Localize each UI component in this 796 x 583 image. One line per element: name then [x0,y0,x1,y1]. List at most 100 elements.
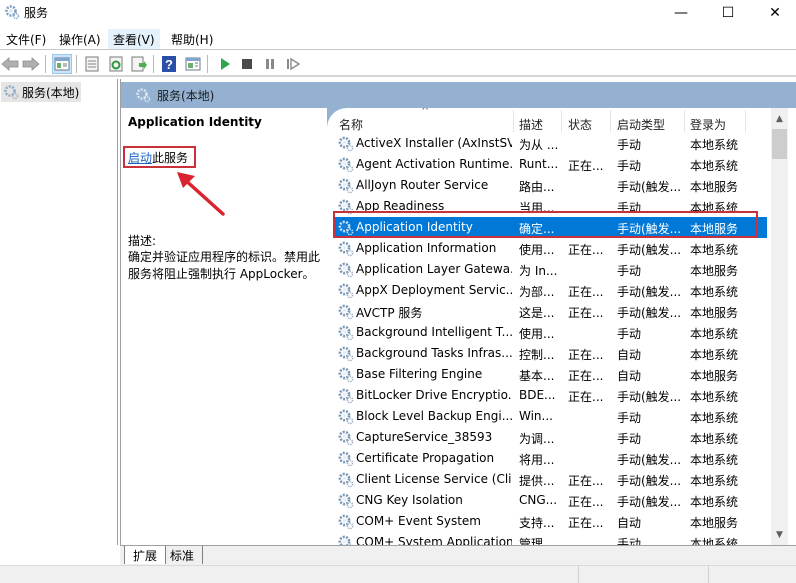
properties-button[interactable] [83,55,101,73]
menu-action[interactable]: 操作(A) [54,29,106,49]
table-row[interactable]: COM+ Event System 支持... 正在... 自动 本地服务 [333,511,767,532]
service-gear-icon [338,493,354,509]
cell-description: 管理... [519,537,555,545]
stop-service-icon [242,59,252,69]
cell-status: 正在... [568,369,604,383]
menu-view[interactable]: 查看(V) [108,29,160,49]
properties-icon [85,56,99,72]
column-divider[interactable] [745,110,746,132]
menu-file[interactable]: 文件(F) [1,29,51,49]
back-button[interactable] [1,55,19,73]
service-gear-icon [338,409,354,425]
export-list-button[interactable] [130,55,148,73]
service-gear-icon [338,157,354,173]
show-hide-action-pane-button[interactable] [184,55,202,73]
column-header-name[interactable]: 名称 [339,116,363,134]
table-row[interactable]: Certificate Propagation 将用... 手动(触发... 本地系统 [333,448,767,469]
table-row[interactable]: AppX Deployment Servic... 为部... 正在... 手动(触发… [333,280,767,301]
table-row[interactable]: Background Tasks Infras... 控制... 正在... 自动 本地… [333,343,767,364]
minimize-button[interactable]: — [658,0,704,25]
cell-logon-as: 本地服务 [690,306,739,320]
tree-item-services-local[interactable]: 服务(本地) [1,82,81,102]
help-icon: ? [162,56,176,72]
tab-extended[interactable]: 扩展 [124,546,167,564]
restart-service-button[interactable] [284,55,302,73]
service-gear-icon [338,178,354,194]
table-row[interactable]: Base Filtering Engine 基本... 正在... 自动 本地服务 [333,364,767,385]
scroll-up-icon[interactable]: ▲ [771,110,788,127]
cell-name: COM+ Event System [356,514,481,528]
start-service-button[interactable] [216,55,234,73]
table-row[interactable]: Application Identity 确定... 手动(触发... 本地服务 [333,217,767,238]
vertical-scrollbar[interactable]: ▲ ▼ [771,108,788,545]
show-hide-action-pane-icon [185,57,201,71]
service-gear-icon [338,430,354,446]
table-row[interactable]: ActiveX Installer (AxInstSV) 为从 ... 手动 本地系统 [333,133,767,154]
cell-startup-type: 自动 [617,369,642,383]
cell-description: BDE... [519,388,556,402]
cell-logon-as: 本地系统 [690,453,739,467]
maximize-button[interactable]: ☐ [705,0,751,25]
cell-name: Certificate Propagation [356,451,495,465]
table-row[interactable]: Client License Service (Cli... 提供... 正在...… [333,469,767,490]
column-divider[interactable] [561,110,562,132]
cell-name: COM+ System Application [356,535,512,545]
show-hide-console-tree-button[interactable] [52,54,72,74]
show-hide-console-tree-icon [54,57,70,71]
column-divider[interactable] [684,110,685,132]
table-row[interactable]: COM+ System Application 管理... 手动 本地系统 [333,532,767,545]
column-header-status[interactable]: 状态 [568,116,592,134]
column-header-startup-type[interactable]: 启动类型 [617,116,665,134]
close-button[interactable]: ✕ [752,0,796,25]
column-divider[interactable] [513,110,514,132]
forward-button[interactable] [22,55,40,73]
cell-name: Block Level Backup Engi... [356,409,512,423]
column-divider[interactable] [610,110,611,132]
table-row[interactable]: BitLocker Drive Encryptio... BDE... 正在... 手… [333,385,767,406]
cell-logon-as: 本地服务 [690,222,739,236]
cell-name: AVCTP 服务 [356,306,423,320]
cell-status: 正在... [568,474,604,488]
stop-service-button[interactable] [238,55,256,73]
column-header-description[interactable]: 描述 [519,116,543,134]
table-row[interactable]: Background Intelligent T... 使用... 手动 本地系统 [333,322,767,343]
scroll-thumb[interactable] [772,129,787,159]
cell-name: Client License Service (Cli... [356,472,512,486]
table-row[interactable]: Agent Activation Runtime... Runt... 正在... 手… [333,154,767,175]
selected-service-title: Application Identity [128,115,262,129]
cell-status: 正在... [568,159,604,173]
menu-help[interactable]: 帮助(H) [166,29,218,49]
services-table: ^ 名称 描述 状态 启动类型 登录为 ActiveX Installer (A… [333,108,767,545]
table-row[interactable]: App Readiness 当用... 手动 本地系统 [333,196,767,217]
cell-description: 为 In... [519,264,558,278]
cell-logon-as: 本地系统 [690,285,739,299]
refresh-button[interactable] [107,55,125,73]
svg-text:?: ? [165,57,173,72]
cell-startup-type: 手动 [617,411,642,425]
table-row[interactable]: Application Information 使用... 正在... 手动(触发..… [333,238,767,259]
cell-description: Runt... [519,157,559,171]
table-row[interactable]: Block Level Backup Engi... Win... 手动 本地系统 [333,406,767,427]
status-bar [0,565,796,583]
column-header-logon-as[interactable]: 登录为 [690,116,726,134]
cell-name: ActiveX Installer (AxInstSV) [356,136,512,150]
service-gear-icon [338,514,354,530]
toolbar-separator [207,55,208,73]
tab-standard[interactable]: 标准 [162,546,204,564]
service-gear-icon [338,367,354,383]
start-service-link[interactable]: 启动 [128,149,152,166]
help-button[interactable]: ? [160,55,178,73]
table-row[interactable]: CNG Key Isolation CNG... 正在... 手动(触发... 本地系统 [333,490,767,511]
table-row[interactable]: AllJoyn Router Service 路由... 手动(触发... 本地服务 [333,175,767,196]
cell-startup-type: 手动 [617,327,642,341]
cell-description: 使用... [519,327,555,341]
table-row[interactable]: Application Layer Gatewa... 为 In... 手动 本地服务 [333,259,767,280]
table-row[interactable]: AVCTP 服务 这是... 正在... 手动(触发... 本地服务 [333,301,767,322]
pause-service-button[interactable] [261,55,279,73]
cell-name: BitLocker Drive Encryptio... [356,388,512,402]
service-gear-icon [338,325,354,341]
scroll-down-icon[interactable]: ▼ [771,526,788,543]
cell-startup-type: 手动 [617,264,642,278]
table-row[interactable]: CaptureService_38593 为调... 手动 本地系统 [333,427,767,448]
service-gear-icon [338,388,354,404]
